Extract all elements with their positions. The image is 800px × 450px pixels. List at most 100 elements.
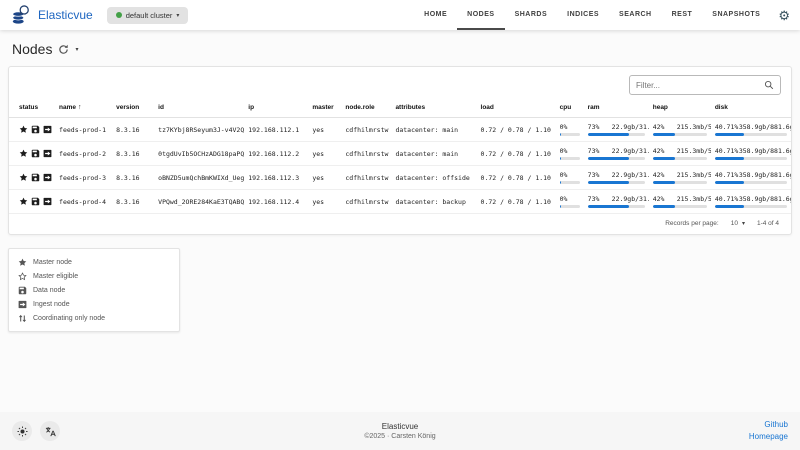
cell-heap: 42%215.3mb/512mb [649,118,711,142]
table-row[interactable]: feeds-prod-28.3.160tgdUvIb5OCHzADG18paPQ… [9,142,791,166]
refresh-button[interactable] [58,44,69,55]
cluster-status-dot [116,12,122,18]
main-nav: HOMENODESSHARDSINDICESSEARCHRESTSNAPSHOT… [414,0,770,30]
elasticvue-logo-icon [10,4,32,26]
disk-usage: 40.71%358.9gb/881.6gb [715,195,787,208]
table-row[interactable]: feeds-prod-48.3.16VPQwd_2ORE284KaE3TQABQ… [9,190,791,214]
heap-progress-bar [653,181,707,184]
brand-title: Elasticvue [38,8,93,22]
table-row[interactable]: feeds-prod-38.3.16oBNZD5umQchBmKWIXd_Ueg… [9,166,791,190]
ram-progress-bar [588,181,645,184]
ram-progress-bar [588,157,645,160]
refresh-icon [58,44,69,55]
cell-ram: 73%22.9gb/31.2gb [584,118,649,142]
refresh-menu-chevron-icon[interactable]: ▾ [75,46,78,53]
column-header-attributes[interactable]: attributes [391,101,476,118]
search-icon [764,80,774,90]
cell-cpu: 0% [556,166,584,190]
chevron-down-icon: ▾ [742,220,745,227]
nav-tab-rest[interactable]: REST [662,0,703,30]
master-node-icon [19,173,28,182]
column-header-id[interactable]: id [154,101,244,118]
column-header-cpu[interactable]: cpu [556,101,584,118]
theme-toggle-button[interactable] [12,421,32,441]
nodes-table: statusname↑versionidipmasternode.roleatt… [9,101,791,214]
cell-master: yes [308,118,341,142]
ingest-node-icon [43,125,52,134]
cpu-progress-bar [560,181,580,184]
cell-load: 0.72 / 0.78 / 1.10 [477,142,556,166]
column-header-load[interactable]: load [477,101,556,118]
master-node-icon [19,149,28,158]
column-header-master[interactable]: master [308,101,341,118]
footer-buttons [12,421,60,441]
nav-tab-nodes[interactable]: NODES [457,0,504,30]
cell-status [9,142,55,166]
master-node-icon [18,258,27,267]
homepage-link[interactable]: Homepage [749,431,788,443]
column-header-disk[interactable]: disk [711,101,791,118]
main-content: Nodes ▾ statusname↑versionidipmasternode… [0,30,800,332]
cell-name: feeds-prod-1 [55,118,112,142]
footer-links: Github Homepage [749,419,788,443]
filter-input[interactable] [636,81,764,90]
node-legend: Master nodeMaster eligibleData nodeInges… [8,248,180,332]
data-node-icon [31,149,40,158]
nav-tab-snapshots[interactable]: SNAPSHOTS [702,0,770,30]
cluster-selector-button[interactable]: default cluster ▾ [107,7,189,24]
ingest-node-icon [18,300,27,309]
heap-progress-bar [653,205,707,208]
settings-gear-icon[interactable]: ⚙ [778,9,790,22]
cell-master: yes [308,166,341,190]
column-header-name[interactable]: name↑ [55,101,112,118]
disk-usage: 40.71%358.9gb/881.6gb [715,171,787,184]
cell-master: yes [308,142,341,166]
column-header-version[interactable]: version [112,101,154,118]
nav-tab-indices[interactable]: INDICES [557,0,609,30]
page-header: Nodes ▾ [8,37,792,66]
ram-usage: 73%22.9gb/31.2gb [588,147,645,160]
column-header-status[interactable]: status [9,101,55,118]
table-row[interactable]: feeds-prod-18.3.16tz7KYbj8RSeyum3J-v4V2Q… [9,118,791,142]
master-node-icon [19,125,28,134]
cell-load: 0.72 / 0.78 / 1.10 [477,190,556,214]
cell-node_role: cdfhilmrstw [341,142,391,166]
language-button[interactable] [40,421,60,441]
translate-icon [45,426,56,437]
cell-node_role: cdfhilmrstw [341,118,391,142]
sort-ascending-icon: ↑ [78,104,82,111]
cpu-progress-bar [560,133,580,136]
data-node-icon [31,197,40,206]
cell-id: tz7KYbj8RSeyum3J-v4V2Q [154,118,244,142]
column-header-heap[interactable]: heap [649,101,711,118]
records-per-page-select[interactable]: 10 ▾ [731,220,745,227]
nodes-card: statusname↑versionidipmasternode.roleatt… [8,66,792,235]
cell-ram: 73%22.9gb/31.2gb [584,142,649,166]
data-node-icon [18,286,27,295]
nav-tab-search[interactable]: SEARCH [609,0,662,30]
footer-app-name: Elasticvue [0,422,800,431]
cell-ip: 192.168.112.3 [244,166,308,190]
column-header-ip[interactable]: ip [244,101,308,118]
cell-version: 8.3.16 [112,142,154,166]
heap-usage: 42%215.3mb/512mb [653,123,707,136]
cell-cpu: 0% [556,190,584,214]
cell-ip: 192.168.112.4 [244,190,308,214]
cell-id: VPQwd_2ORE284KaE3TQABQ [154,190,244,214]
cell-status [9,190,55,214]
heap-usage: 42%215.3mb/512mb [653,195,707,208]
github-link[interactable]: Github [749,419,788,431]
cell-cpu: 0% [556,118,584,142]
cpu-progress-bar [560,205,580,208]
disk-progress-bar [715,205,787,208]
cell-load: 0.72 / 0.78 / 1.10 [477,118,556,142]
column-header-ram[interactable]: ram [584,101,649,118]
column-header-node_role[interactable]: node.role [341,101,391,118]
legend-item: Master eligible [18,269,170,283]
filter-row [9,67,791,101]
nav-tab-shards[interactable]: SHARDS [505,0,558,30]
sun-icon [17,426,28,437]
cell-attributes: datacenter: offside [391,166,476,190]
nav-tab-home[interactable]: HOME [414,0,457,30]
topbar: Elasticvue default cluster ▾ HOMENODESSH… [0,0,800,30]
